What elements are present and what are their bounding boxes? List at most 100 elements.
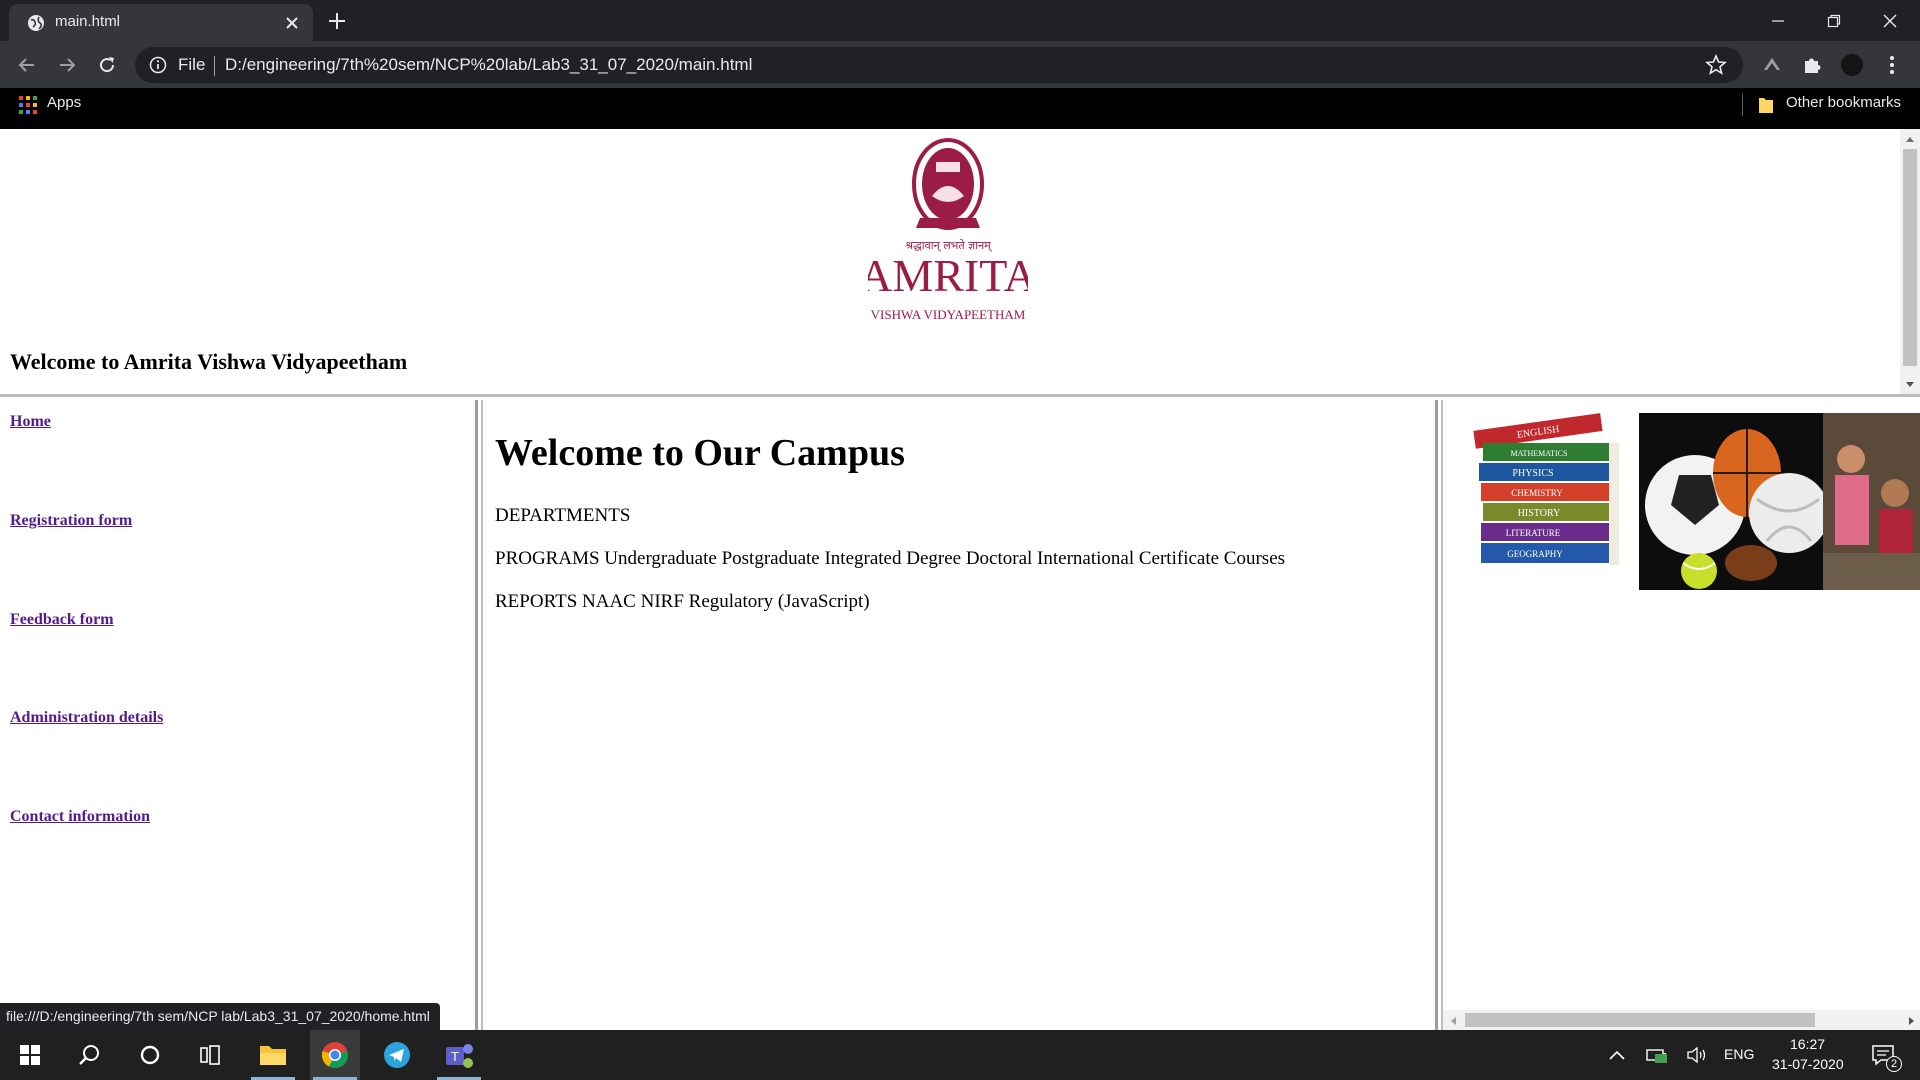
reload-button[interactable] bbox=[94, 52, 120, 78]
teams-button[interactable]: T bbox=[434, 1030, 484, 1080]
address-bar[interactable]: File D:/engineering/7th%20sem/NCP%20lab/… bbox=[135, 47, 1743, 83]
tab-title: main.html bbox=[55, 13, 121, 30]
departments-text: DEPARTMENTS bbox=[495, 505, 631, 526]
logo-subtext: VISHWA VIDYAPEETHAM bbox=[871, 307, 1026, 322]
browser-tab[interactable]: main.html bbox=[9, 4, 313, 41]
telegram-icon bbox=[384, 1042, 410, 1068]
feedback-form-link[interactable]: Feedback form bbox=[10, 611, 114, 629]
other-bookmarks[interactable]: Other bookmarks bbox=[1786, 94, 1901, 111]
volume-button[interactable] bbox=[1672, 1030, 1722, 1080]
scroll-down-icon[interactable] bbox=[1905, 381, 1915, 389]
scroll-left-icon[interactable] bbox=[1449, 1016, 1457, 1026]
notification-count-badge: 2 bbox=[1886, 1056, 1902, 1072]
books-stack-image: ENGLISH MATHEMATICS PHYSICS CHEMISTRY HI… bbox=[1473, 413, 1619, 565]
profile-button[interactable] bbox=[1840, 53, 1864, 77]
tab-strip: main.html bbox=[0, 0, 1920, 41]
registration-form-link[interactable]: Registration form bbox=[10, 512, 132, 530]
scroll-up-icon[interactable] bbox=[1905, 135, 1915, 143]
scrollbar-thumb[interactable] bbox=[1903, 149, 1917, 366]
extension-button[interactable] bbox=[1760, 53, 1784, 77]
header-frame: श्रद्धावान् लभते ज्ञानम् AMRITA VISHWA V… bbox=[0, 129, 1920, 397]
reload-icon bbox=[100, 57, 115, 73]
teams-icon: T bbox=[446, 1044, 473, 1068]
reports-text: REPORTS NAAC NIRF Regulatory (JavaScript… bbox=[495, 591, 870, 612]
main-heading: Welcome to Our Campus bbox=[495, 432, 905, 474]
minimize-icon bbox=[1772, 20, 1784, 22]
speaker-icon bbox=[1687, 1046, 1706, 1064]
main-frame: Welcome to Our Campus DEPARTMENTS PROGRA… bbox=[481, 400, 1438, 1030]
notifications-button[interactable]: 2 bbox=[1858, 1030, 1908, 1080]
horizontal-scrollbar[interactable] bbox=[1443, 1010, 1920, 1030]
info-icon[interactable] bbox=[149, 56, 167, 74]
cortana-button[interactable] bbox=[125, 1030, 175, 1080]
search-icon bbox=[79, 1045, 99, 1065]
bookmarks-divider bbox=[1742, 94, 1743, 116]
vertical-scrollbar[interactable] bbox=[1900, 129, 1920, 394]
apps-bookmark[interactable]: Apps bbox=[47, 94, 81, 111]
search-button[interactable] bbox=[64, 1030, 114, 1080]
home-link[interactable]: Home bbox=[10, 413, 51, 431]
chrome-taskbar-button[interactable] bbox=[310, 1030, 360, 1080]
book-spine-label: PHYSICS bbox=[1512, 468, 1553, 479]
link-status-bar: file:///D:/engineering/7th sem/NCP lab/L… bbox=[0, 1003, 440, 1030]
book-spine-label: MATHEMATICS bbox=[1511, 449, 1568, 458]
amrita-logo: श्रद्धावान् लभते ज्ञानम् AMRITA VISHWA V… bbox=[868, 138, 1028, 322]
restore-button[interactable] bbox=[1806, 6, 1862, 36]
apps-grid-icon[interactable] bbox=[19, 96, 37, 114]
book-spine-label: GEOGRAPHY bbox=[1507, 549, 1563, 559]
scrollbar-thumb[interactable] bbox=[1465, 1013, 1815, 1027]
image-frame: ENGLISH MATHEMATICS PHYSICS CHEMISTRY HI… bbox=[1441, 400, 1920, 1030]
telegram-button[interactable] bbox=[372, 1030, 422, 1080]
close-tab-icon[interactable] bbox=[283, 14, 301, 32]
bookmark-star-icon[interactable] bbox=[1705, 54, 1727, 76]
arrow-right-icon bbox=[60, 58, 76, 72]
start-button[interactable] bbox=[5, 1030, 55, 1080]
restore-icon bbox=[1827, 14, 1841, 28]
chevron-up-icon bbox=[1609, 1050, 1625, 1060]
file-explorer-button[interactable] bbox=[248, 1030, 298, 1080]
logo-wordmark: AMRITA bbox=[868, 250, 1028, 301]
back-button[interactable] bbox=[14, 52, 40, 78]
browser-toolbar: File D:/engineering/7th%20sem/NCP%20lab/… bbox=[0, 41, 1920, 88]
close-window-button[interactable] bbox=[1862, 6, 1918, 36]
taskbar: T ENG 16:27 31-07-2020 2 bbox=[0, 1030, 1920, 1080]
scroll-right-icon[interactable] bbox=[1908, 1016, 1916, 1026]
extensions-button[interactable] bbox=[1800, 53, 1824, 77]
extension-logo-icon bbox=[1764, 58, 1780, 70]
globe-icon bbox=[28, 15, 44, 31]
kebab-menu-icon bbox=[1890, 56, 1894, 74]
minimize-button[interactable] bbox=[1750, 6, 1806, 36]
task-view-button[interactable] bbox=[185, 1030, 235, 1080]
book-spine-label: HISTORY bbox=[1518, 508, 1561, 519]
administration-details-link[interactable]: Administration details bbox=[10, 709, 163, 727]
folder-icon bbox=[260, 1046, 286, 1065]
url-text[interactable]: D:/engineering/7th%20sem/NCP%20lab/Lab3_… bbox=[225, 55, 752, 75]
close-icon bbox=[1883, 14, 1897, 28]
arrow-left-icon bbox=[18, 58, 34, 72]
forward-button[interactable] bbox=[54, 52, 80, 78]
new-tab-icon[interactable] bbox=[326, 10, 348, 32]
chrome-icon bbox=[321, 1042, 348, 1068]
cortana-circle-icon bbox=[140, 1045, 160, 1065]
children-photo-image bbox=[1823, 413, 1920, 590]
book-spine-label: CHEMISTRY bbox=[1511, 488, 1563, 498]
omnibox-divider bbox=[214, 56, 215, 76]
menu-frame: Home Registration form Feedback form Adm… bbox=[0, 400, 478, 1030]
task-view-icon bbox=[200, 1045, 220, 1065]
input-language[interactable]: ENG bbox=[1724, 1046, 1754, 1062]
battery-charging-icon bbox=[1646, 1049, 1667, 1063]
svg-text:T: T bbox=[451, 1049, 459, 1064]
browser-menu-button[interactable] bbox=[1880, 53, 1904, 77]
scheme-label: File bbox=[178, 55, 206, 74]
programs-text: PROGRAMS Undergraduate Postgraduate Inte… bbox=[495, 548, 1286, 569]
book-spine-label: LITERATURE bbox=[1506, 528, 1561, 538]
sports-balls-image bbox=[1639, 413, 1823, 590]
bookmarks-bar bbox=[0, 88, 1920, 129]
site-title: Welcome to Amrita Vishwa Vidyapeetham bbox=[10, 349, 408, 374]
clock-time[interactable]: 16:27 bbox=[1790, 1036, 1825, 1052]
folder-icon bbox=[1759, 98, 1773, 113]
clock-date[interactable]: 31-07-2020 bbox=[1772, 1056, 1844, 1072]
puzzle-icon bbox=[1805, 58, 1821, 73]
windows-logo-icon bbox=[20, 1045, 40, 1065]
contact-information-link[interactable]: Contact information bbox=[10, 808, 150, 826]
